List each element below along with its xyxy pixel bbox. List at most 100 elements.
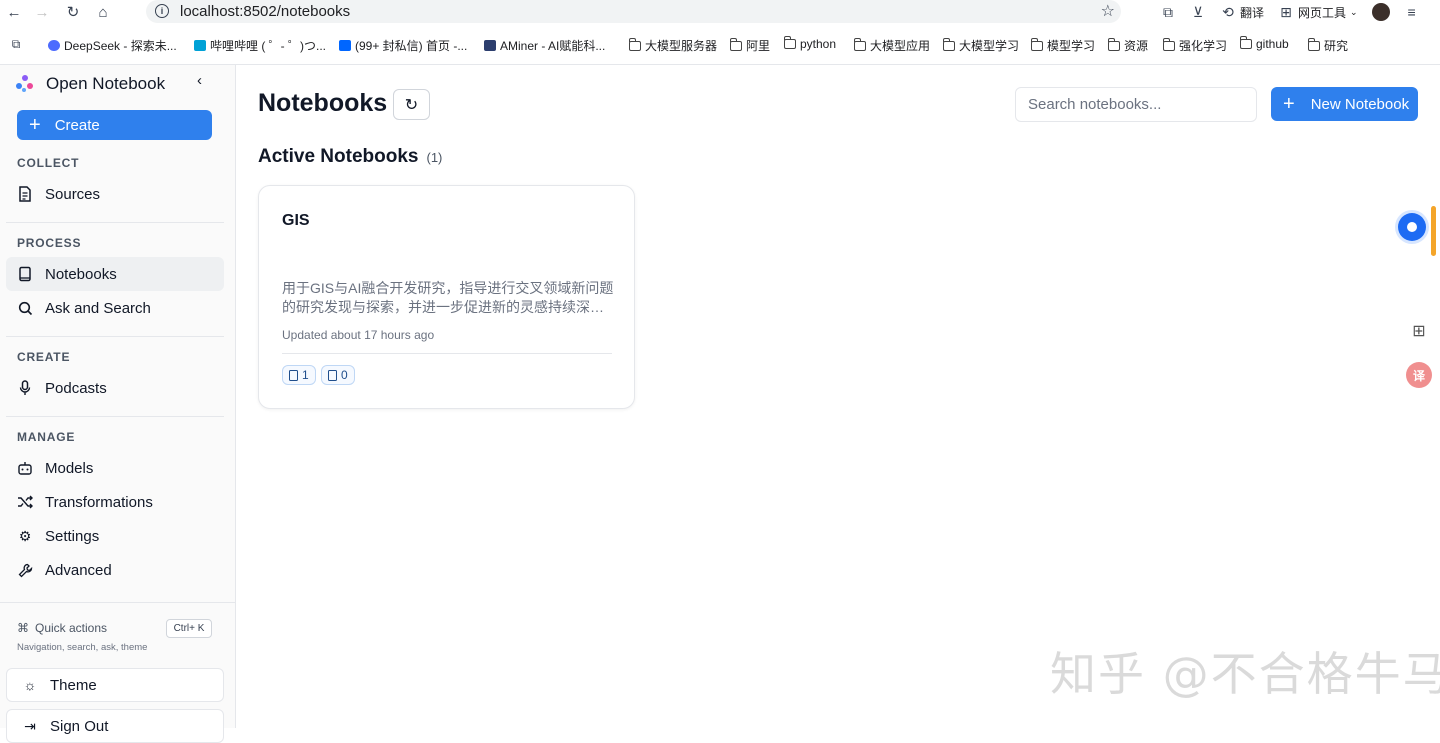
section-label-create: CREATE: [17, 350, 71, 364]
watermark: 知乎 @不合格牛马: [1050, 647, 1440, 701]
translate-label: 翻译: [1240, 5, 1265, 20]
side-widget-bar[interactable]: [1431, 206, 1436, 256]
apps-grid-icon[interactable]: ⊞: [1408, 320, 1430, 342]
divider: [6, 222, 224, 223]
extensions-puzzle-icon[interactable]: ⧉: [1160, 4, 1176, 20]
sidebar-item-advanced[interactable]: Advanced: [6, 553, 224, 587]
divider: [0, 602, 236, 603]
keyboard-shortcut-badge: Ctrl+ K: [166, 619, 212, 638]
section-count: (1): [426, 150, 443, 165]
sidebar-item-label: Ask and Search: [45, 299, 151, 317]
new-notebook-button[interactable]: + New Notebook: [1271, 87, 1418, 121]
bookmark-zhihu[interactable]: (99+ 封私信) 首页 -...: [339, 37, 467, 54]
browser-toolbar: ← → ↻ ⌂ i localhost:8502/notebooks ☆ ⧉ ⊻…: [0, 0, 1440, 24]
forward-arrow-icon[interactable]: →: [32, 2, 52, 22]
web-tools-menu[interactable]: ⊞ 网页工具 ⌄: [1278, 4, 1357, 21]
bookmark-folder[interactable]: 研究: [1308, 37, 1348, 54]
sources-count: 1: [302, 368, 309, 382]
sidebar-item-ask-and-search[interactable]: Ask and Search: [6, 291, 224, 325]
section-label-collect: COLLECT: [17, 156, 80, 170]
bookmark-star-icon[interactable]: ☆: [1101, 1, 1115, 21]
notebook-card[interactable]: GIS 用于GIS与AI融合开发研究，指导进行交叉领域新问题的研究发现与探索，并…: [258, 185, 635, 409]
sun-icon: ☼: [23, 677, 37, 693]
sidebar-item-sources[interactable]: Sources: [6, 177, 224, 211]
bookmark-label: 资源: [1124, 39, 1149, 53]
folder-icon: [784, 36, 796, 49]
bookmark-label: 模型学习: [1047, 39, 1096, 53]
bookmark-folder[interactable]: python: [784, 36, 836, 51]
bookmark-folder[interactable]: 大模型应用: [854, 37, 930, 54]
sidebar-item-settings[interactable]: ⚙ Settings: [6, 519, 224, 553]
sign-out-button[interactable]: ⇥ Sign Out: [6, 709, 224, 743]
menu-icon[interactable]: ≡: [1404, 4, 1420, 20]
bookmark-folder[interactable]: 资源: [1108, 37, 1148, 54]
bookmark-folder[interactable]: 强化学习: [1163, 37, 1227, 54]
sidebar-item-label: Transformations: [45, 493, 153, 511]
bookmark-aminer[interactable]: AMiner - AI赋能科...: [484, 37, 605, 54]
bookmark-label: 大模型学习: [959, 39, 1020, 53]
quick-actions[interactable]: ⌘ Quick actions: [17, 621, 107, 635]
divider: [282, 353, 612, 354]
bookmark-label: 大模型服务器: [645, 39, 718, 53]
address-bar[interactable]: i localhost:8502/notebooks ☆: [146, 0, 1121, 23]
bookmark-label: 哔哩哔哩 ( ゜- ゜)つ...: [210, 39, 326, 53]
section-label-process: PROCESS: [17, 236, 82, 250]
theme-label: Theme: [50, 676, 97, 694]
collapse-sidebar-icon[interactable]: ‹: [197, 72, 202, 89]
search-input[interactable]: [1015, 87, 1257, 122]
bookmark-folder[interactable]: 大模型学习: [943, 37, 1019, 54]
folder-icon: [943, 37, 955, 51]
sidebar-item-transformations[interactable]: Transformations: [6, 485, 224, 519]
page-title: Notebooks: [258, 89, 388, 117]
assistant-float-icon[interactable]: [1398, 213, 1426, 241]
sidebar-item-notebooks[interactable]: Notebooks: [6, 257, 224, 291]
reload-icon[interactable]: ↻: [63, 2, 83, 22]
bookmark-folder[interactable]: 模型学习: [1031, 37, 1095, 54]
book-icon: [17, 266, 33, 282]
sidebar-item-label: Advanced: [45, 561, 112, 579]
create-label: Create: [54, 116, 100, 134]
site-info-icon[interactable]: i: [155, 4, 169, 18]
sidebar-item-label: Settings: [45, 527, 100, 545]
translate-float-icon[interactable]: 译: [1406, 362, 1432, 388]
translate-button[interactable]: ⟲ 翻译: [1220, 4, 1264, 21]
url-text[interactable]: localhost:8502/notebooks: [180, 3, 350, 20]
download-icon[interactable]: ⊻: [1190, 4, 1206, 20]
microphone-icon: [17, 380, 33, 396]
web-tools-label: 网页工具: [1298, 5, 1347, 20]
sidebar-item-podcasts[interactable]: Podcasts: [6, 371, 224, 405]
section-label-manage: MANAGE: [17, 430, 76, 444]
notes-count-badge: 0: [321, 365, 355, 385]
sidebar-item-label: Models: [45, 459, 94, 477]
back-arrow-icon[interactable]: ←: [4, 2, 24, 22]
command-icon: ⌘: [17, 621, 29, 635]
file-text-icon: [17, 186, 33, 202]
bookmark-folder[interactable]: 阿里: [730, 37, 770, 54]
tab-groups-icon[interactable]: ⧉: [8, 36, 24, 52]
bookmark-label: AMiner - AI赋能科...: [500, 39, 606, 53]
search-icon: [17, 300, 33, 316]
browser-extensions: ⧉ ⊻ ⟲ 翻译 ⊞ 网页工具 ⌄ ≡: [1160, 2, 1420, 22]
bookmark-label: 大模型应用: [870, 39, 931, 53]
divider: [6, 336, 224, 337]
bookmark-folder[interactable]: 大模型服务器: [629, 37, 717, 54]
sidebar-item-models[interactable]: Models: [6, 451, 224, 485]
home-icon[interactable]: ⌂: [93, 2, 113, 22]
brand: Open Notebook: [16, 70, 165, 98]
bookmark-deepseek[interactable]: DeepSeek - 探索未...: [48, 37, 177, 54]
quick-actions-label: Quick actions: [35, 621, 108, 635]
new-notebook-label: New Notebook: [1310, 95, 1410, 113]
bot-icon: [17, 460, 33, 476]
create-button[interactable]: + Create: [17, 110, 212, 140]
sidebar-item-label: Podcasts: [45, 379, 107, 397]
section-heading: Active Notebooks (1): [258, 146, 442, 168]
folder-icon: [1240, 36, 1252, 49]
bookmark-bilibili[interactable]: 哔哩哔哩 ( ゜- ゜)つ...: [194, 37, 326, 54]
profile-avatar[interactable]: [1371, 3, 1390, 21]
bookmark-label: 研究: [1324, 39, 1349, 53]
notebook-updated: Updated about 17 hours ago: [282, 328, 435, 342]
theme-button[interactable]: ☼ Theme: [6, 668, 224, 702]
bookmark-folder[interactable]: github: [1240, 36, 1289, 51]
refresh-button[interactable]: ↻: [393, 89, 430, 120]
shuffle-icon: [17, 494, 33, 510]
